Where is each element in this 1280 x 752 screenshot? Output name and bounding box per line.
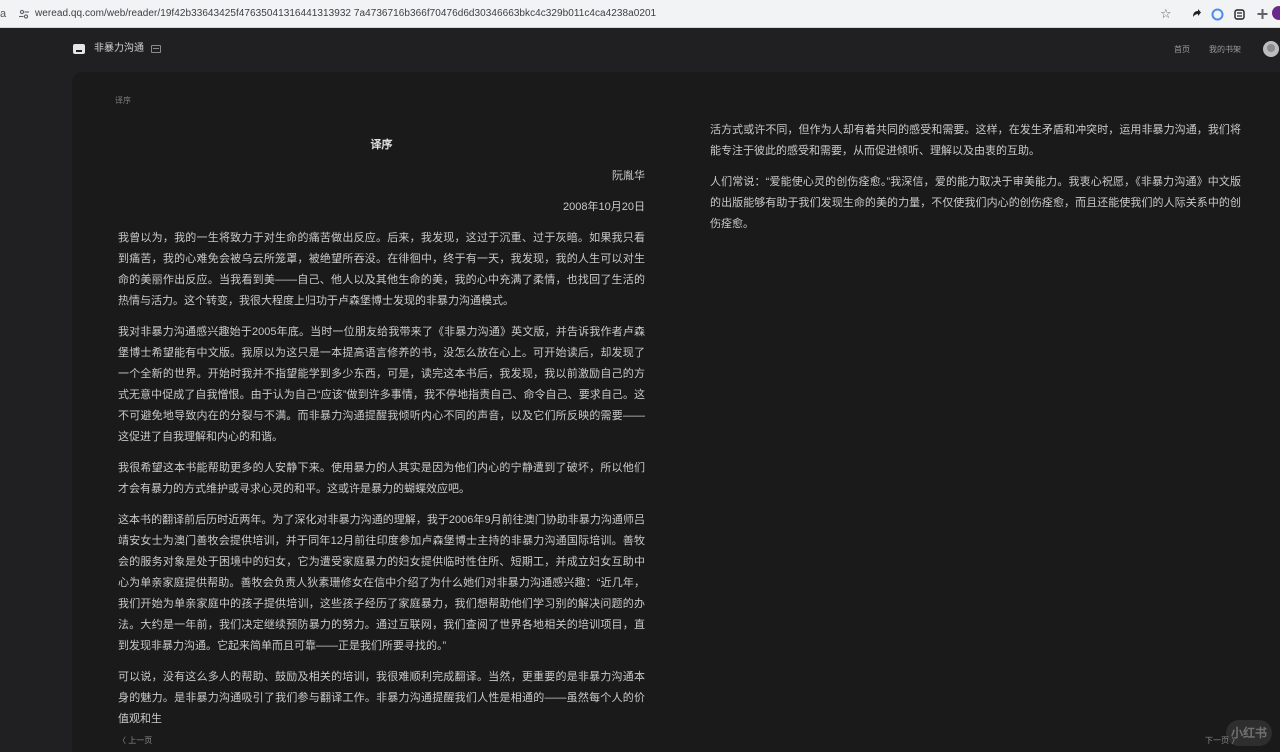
paragraph: 这本书的翻译前后历时近两年。为了深化对非暴力沟通的理解，我于2006年9月前往澳…: [118, 514, 645, 652]
reader-column-right: 活方式或许不同，但作为人却有着共同的感受和需要。这样，在发生矛盾和冲突时，运用非…: [710, 120, 1241, 245]
browser-toolbar: a weread.qq.com/web/reader/19f42b3364342…: [0, 0, 1280, 28]
reader-column-left: 译序 阮胤华 2008年10月20日 我曾以为，我的一生将致力于对生命的痛苦做出…: [118, 134, 645, 740]
site-info-fragment: a: [0, 8, 7, 20]
paragraph: 活方式或许不同，但作为人却有着共同的感受和需要。这样，在发生矛盾和冲突时，运用非…: [710, 124, 1241, 157]
tune-icon[interactable]: [18, 8, 30, 20]
nav-home-link[interactable]: 首页: [1174, 44, 1190, 56]
translator-name: 阮胤华: [612, 170, 645, 182]
paragraph: 我曾以为，我的一生将致力于对生命的痛苦做出反应。后来，我发现，这过于沉重、过于灰…: [118, 232, 645, 307]
nav-bookshelf-link[interactable]: 我的书架: [1209, 44, 1241, 56]
prev-page-button[interactable]: 〈 上一页: [118, 735, 152, 747]
extension-icon[interactable]: [1256, 8, 1269, 21]
paragraph: 可以说，没有这么多人的帮助、鼓励及相关的培训，我很难顺利完成翻译。当然，更重要的…: [118, 671, 645, 725]
reader-page: 译序 译序 阮胤华 2008年10月20日 我曾以为，我的一生将致力于对生命的痛…: [72, 72, 1280, 752]
book-icon: [73, 44, 85, 54]
extension-icon[interactable]: [1233, 8, 1246, 21]
preface-date: 2008年10月20日: [563, 201, 645, 213]
chapter-tag: 译序: [115, 96, 131, 105]
bookmark-star-icon[interactable]: ☆: [1160, 6, 1172, 22]
paragraph: 我对非暴力沟通感兴趣始于2005年底。当时一位朋友给我带来了《非暴力沟通》英文版…: [118, 326, 645, 443]
paragraph: 我很希望这本书能帮助更多的人安静下来。使用暴力的人其实是因为他们内心的宁静遭到了…: [118, 462, 645, 495]
watermark-logo: 小红书: [1226, 720, 1272, 746]
extension-icon[interactable]: [1211, 8, 1224, 21]
extension-icon[interactable]: [1190, 8, 1203, 21]
browser-profile-icon[interactable]: [1272, 6, 1280, 20]
avatar[interactable]: [1263, 41, 1279, 57]
reader-header: 非暴力沟通 首页 我的书架: [0, 28, 1280, 72]
book-title[interactable]: 非暴力沟通: [94, 42, 144, 56]
address-bar[interactable]: weread.qq.com/web/reader/19f42b33643425f…: [35, 7, 656, 21]
section-title: 译序: [370, 139, 393, 151]
paragraph: 人们常说：“爱能使心灵的创伤痊愈。”我深信，爱的能力取决于审美能力。我衷心祝愿，…: [710, 176, 1241, 230]
toc-icon[interactable]: [151, 45, 161, 53]
